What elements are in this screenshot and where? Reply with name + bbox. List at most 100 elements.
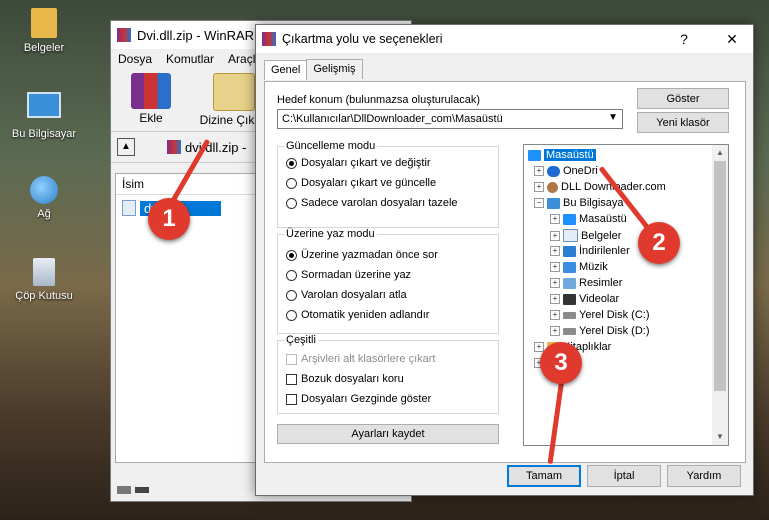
- option-label: Dosyaları çıkart ve değiştir: [301, 157, 431, 169]
- tree-label: Yerel Disk (D:): [579, 325, 650, 337]
- tree-node-pictures[interactable]: + Resimler: [550, 277, 622, 289]
- pictures-icon: [563, 277, 576, 289]
- radio[interactable]: [286, 177, 297, 189]
- ok-button[interactable]: Tamam: [507, 465, 581, 487]
- radio[interactable]: [286, 269, 297, 281]
- dialog-tabs: Genel Gelişmiş: [264, 59, 363, 80]
- save-settings-button[interactable]: Ayarları kaydet: [277, 424, 499, 444]
- file-icon: [122, 200, 136, 216]
- update-mode-option-replace[interactable]: Dosyaları çıkart ve değiştir: [286, 157, 431, 169]
- radio[interactable]: [286, 289, 297, 301]
- expand-icon[interactable]: +: [550, 326, 560, 336]
- checkbox[interactable]: [286, 373, 297, 385]
- close-button[interactable]: ✕: [711, 25, 753, 53]
- music-note-icon: [563, 261, 576, 273]
- update-mode-option-update[interactable]: Dosyaları çıkart ve güncelle: [286, 177, 436, 189]
- expand-icon[interactable]: +: [550, 230, 560, 241]
- tree-node-documents[interactable]: + Belgeler: [550, 229, 621, 242]
- tree-label: Masaüstü: [579, 213, 627, 225]
- dialog-titlebar: Çıkartma yolu ve seçenekleri ? ✕: [256, 25, 753, 53]
- tree-node-videos[interactable]: + Videolar: [550, 293, 619, 305]
- collapse-icon[interactable]: −: [534, 198, 544, 208]
- help-button[interactable]: Yardım: [667, 465, 741, 487]
- expand-icon[interactable]: +: [534, 166, 544, 176]
- tree-label: Belgeler: [581, 229, 622, 242]
- expand-icon[interactable]: +: [550, 262, 560, 272]
- radio-selected[interactable]: [286, 249, 297, 261]
- misc-group: Çeşitli Arşivleri alt klasörlere çıkart …: [277, 334, 499, 414]
- expand-icon[interactable]: +: [550, 310, 560, 320]
- menu-commands[interactable]: Komutlar: [166, 52, 214, 66]
- tab-general[interactable]: Genel: [264, 60, 308, 80]
- option-label: Bozuk dosyaları koru: [301, 373, 404, 385]
- expand-icon[interactable]: +: [550, 294, 560, 304]
- extract-folder-icon: [213, 73, 255, 111]
- tree-scrollbar[interactable]: ▲ ▼: [712, 145, 728, 445]
- tree-node-user[interactable]: + DLL Downloader.com: [534, 181, 666, 193]
- radio[interactable]: [286, 197, 297, 209]
- drive-icon: [563, 327, 576, 335]
- desktop-icon-recycle-bin[interactable]: Çöp Kutusu: [2, 258, 86, 302]
- tab-advanced[interactable]: Gelişmiş: [306, 59, 363, 79]
- cloud-icon: [547, 165, 560, 177]
- scroll-up-icon[interactable]: ▲: [712, 145, 728, 161]
- overwrite-option-ask[interactable]: Üzerine yazmadan önce sor: [286, 249, 438, 261]
- up-folder-icon[interactable]: ▲: [117, 138, 135, 156]
- radio[interactable]: [286, 309, 297, 321]
- expand-icon[interactable]: +: [534, 182, 544, 192]
- new-folder-button[interactable]: Yeni klasör: [637, 112, 729, 133]
- chevron-down-icon[interactable]: ▼: [608, 112, 618, 123]
- expand-icon[interactable]: +: [550, 246, 560, 256]
- misc-option-subfolders: Arşivleri alt klasörlere çıkart: [286, 353, 435, 365]
- option-label: Sormadan üzerine yaz: [301, 269, 412, 281]
- checkbox[interactable]: [286, 393, 297, 405]
- overwrite-option-rename[interactable]: Otomatik yeniden adlandır: [286, 309, 429, 321]
- desktop-icon-documents[interactable]: Belgeler: [2, 8, 86, 54]
- tree-node-music[interactable]: + Müzik: [550, 261, 608, 273]
- update-mode-option-freshen[interactable]: Sadece varolan dosyaları tazele: [286, 197, 458, 209]
- show-button[interactable]: Göster: [637, 88, 729, 109]
- tree-label: OneDri: [563, 165, 598, 177]
- tree-label: Müzik: [579, 261, 608, 273]
- tree-node-onedrive[interactable]: + OneDri: [534, 165, 598, 177]
- misc-option-keep-broken[interactable]: Bozuk dosyaları koru: [286, 373, 404, 385]
- film-icon: [563, 293, 576, 305]
- misc-option-show-in-explorer[interactable]: Dosyaları Gezginde göster: [286, 393, 431, 405]
- tree-node-this-pc[interactable]: − Bu Bilgisaya: [534, 197, 624, 209]
- tree-node-drive-c[interactable]: + Yerel Disk (C:): [550, 309, 650, 321]
- desktop-icon-network[interactable]: Ağ: [2, 176, 86, 220]
- scroll-thumb[interactable]: [714, 161, 726, 391]
- desktop-icon-label: Çöp Kutusu: [15, 290, 73, 302]
- recycle-bin-icon: [33, 258, 55, 286]
- winrar-logo-icon: [117, 28, 131, 42]
- add-button-label: Ekle: [139, 111, 163, 125]
- scroll-down-icon[interactable]: ▼: [712, 429, 728, 445]
- overwrite-option-without-prompt[interactable]: Sormadan üzerine yaz: [286, 269, 411, 281]
- cancel-button[interactable]: İptal: [587, 465, 661, 487]
- checkbox-disabled: [286, 353, 297, 365]
- folder-tree[interactable]: Masaüstü + OneDri + DLL Downloader.com − Bu…: [523, 144, 729, 446]
- drive-icon: [117, 486, 131, 494]
- overwrite-option-skip[interactable]: Varolan dosyaları atla: [286, 289, 407, 301]
- desktop-icon-label: Bu Bilgisayar: [11, 128, 77, 140]
- archive-path[interactable]: dvi.dll.zip -: [185, 140, 246, 155]
- desktop-icon-label: Ağ: [37, 208, 51, 220]
- step-marker-3: 3: [540, 342, 582, 384]
- radio-selected[interactable]: [286, 157, 297, 169]
- tree-node-downloads[interactable]: + İndirilenler: [550, 245, 630, 257]
- network-globe-icon: [30, 176, 58, 204]
- step-marker-2: 2: [638, 222, 680, 264]
- help-title-button[interactable]: ?: [663, 25, 705, 53]
- expand-icon[interactable]: +: [550, 214, 560, 224]
- tree-node-desktop[interactable]: + Masaüstü: [550, 213, 627, 225]
- desktop-folder-icon: [528, 149, 541, 161]
- folder-icon: [31, 8, 57, 38]
- tree-node-desktop-root[interactable]: Masaüstü: [528, 149, 596, 161]
- expand-icon[interactable]: +: [550, 278, 560, 288]
- tree-node-drive-d[interactable]: + Yerel Disk (D:): [550, 325, 650, 337]
- menu-file[interactable]: Dosya: [118, 52, 152, 66]
- desktop-icon-this-pc[interactable]: Bu Bilgisayar: [2, 92, 86, 140]
- destination-path-combobox[interactable]: C:\Kullanıcılar\DllDownloader_com\Masaüs…: [277, 109, 623, 129]
- add-button[interactable]: Ekle: [119, 73, 183, 125]
- desktop-folder-icon: [563, 213, 576, 225]
